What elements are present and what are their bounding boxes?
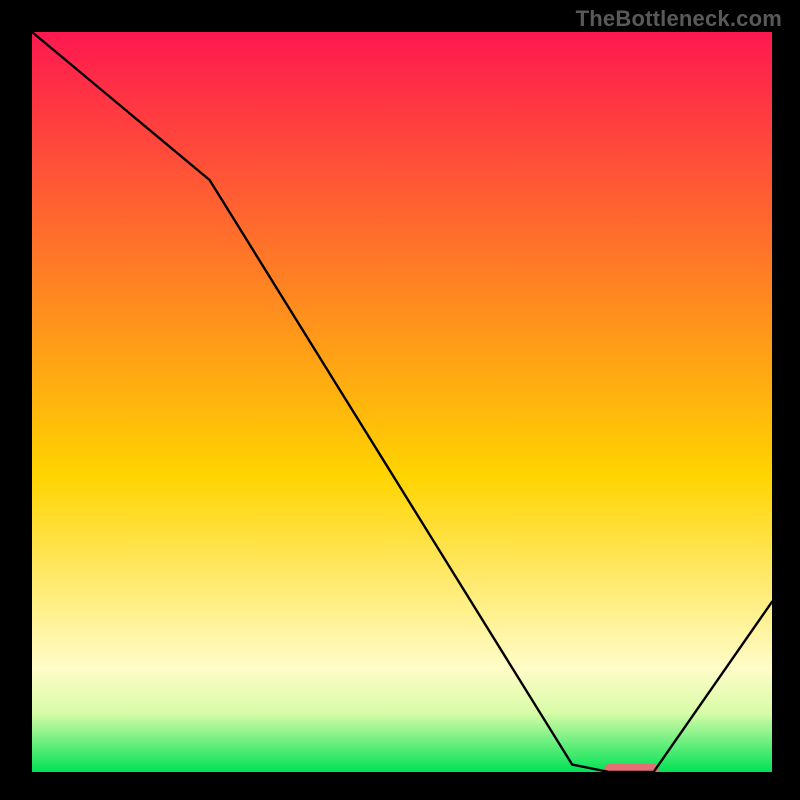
watermark-text: TheBottleneck.com	[576, 6, 782, 32]
chart-frame: TheBottleneck.com	[0, 0, 800, 800]
bottleneck-chart	[32, 32, 772, 772]
gradient-background	[32, 32, 772, 772]
